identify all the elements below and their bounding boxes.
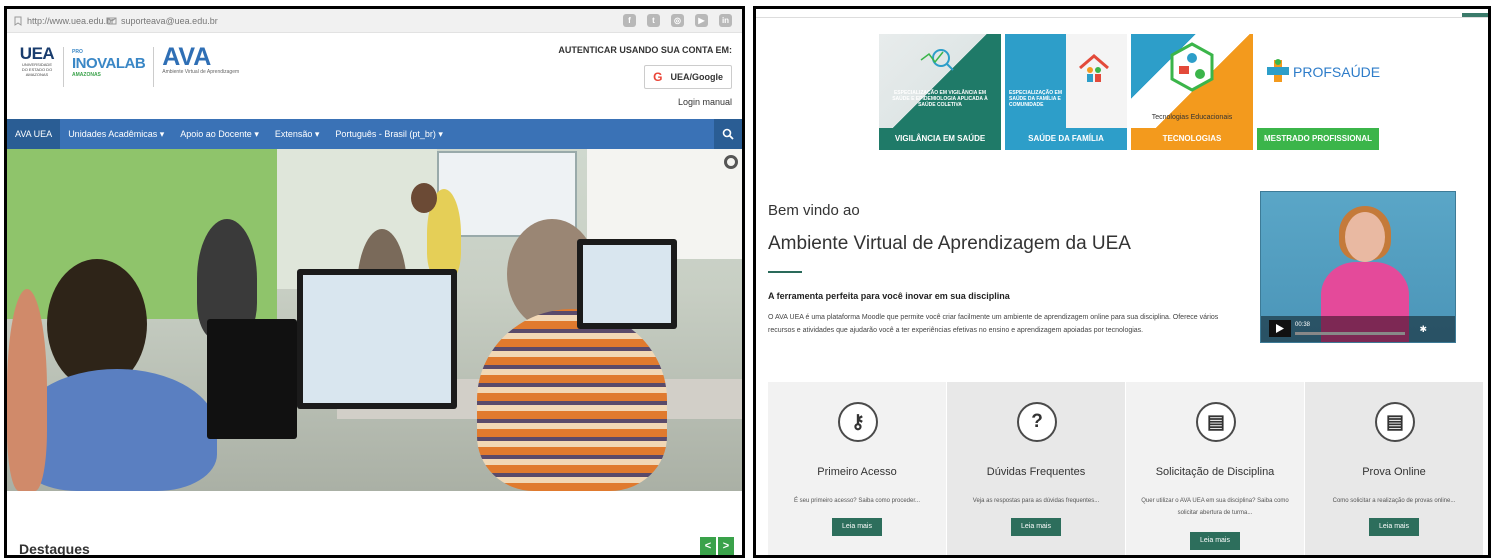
ava-homepage-header-panel: http://www.uea.edu.br suporteava@uea.edu… [4, 6, 745, 558]
tagline: A ferramenta perfeita para você inovar e… [768, 291, 1010, 301]
read-more-button[interactable]: Leia mais [1369, 518, 1419, 536]
ava-homepage-content-panel: ESPECIALIZAÇÃO EM VIGILÂNCIA EM SAÚDE E … [753, 6, 1491, 558]
inovalab-logo: PRO INOVALAB AMAZONAS [72, 49, 146, 78]
twitter-icon[interactable]: t [647, 14, 660, 27]
ava-logo: AVA Ambiente Virtual de Aprendizagem [162, 43, 240, 76]
feature-title: Solicitação de Disciplina [1155, 466, 1275, 478]
video-progress-bar[interactable] [1295, 332, 1405, 335]
gear-icon[interactable]: ✱ [1419, 324, 1427, 335]
instagram-icon[interactable]: ◎ [671, 14, 684, 27]
linkedin-icon[interactable]: in [719, 14, 732, 27]
feature-text: Como solicitar a realização de provas on… [1332, 498, 1456, 504]
course-tile-vigilancia[interactable]: ESPECIALIZAÇÃO EM VIGILÂNCIA EM SAÚDE E … [879, 34, 1001, 156]
support-email-link[interactable]: suporteava@uea.edu.br [107, 16, 218, 26]
question-icon: ? [1017, 402, 1057, 442]
support-email: suporteava@uea.edu.br [121, 16, 218, 26]
video-timestamp: 00:38 [1295, 322, 1311, 328]
logo-divider [153, 47, 155, 87]
nav-item-apoio-docente[interactable]: Apoio ao Docente ▾ [172, 119, 267, 149]
file-icon: ▤ [1375, 402, 1415, 442]
carousel-controls: < > [700, 537, 734, 555]
envelope-icon [107, 17, 117, 25]
bookmark-icon [14, 16, 22, 26]
feature-title: Primeiro Acesso [817, 466, 897, 478]
website-link[interactable]: http://www.uea.edu.br [13, 16, 114, 26]
feature-card-duvidas-frequentes: ? Dúvidas Frequentes Veja as respostas p… [947, 382, 1125, 555]
social-links: f t ◎ ▶ in [623, 14, 732, 27]
feature-card-primeiro-acesso: ⚷ Primeiro Acesso É seu primeiro acesso?… [768, 382, 946, 555]
carousel-next-button[interactable]: > [718, 537, 734, 555]
slideshow-indicator-icon[interactable] [724, 155, 738, 169]
feature-card-solicitacao-disciplina: ▤ Solicitação de Disciplina Quer utiliza… [1126, 382, 1304, 555]
read-more-button[interactable]: Leia mais [1011, 518, 1061, 536]
course-tile-saude-familia[interactable]: ESPECIALIZAÇÃO EM SAÚDE DA FAMÍLIA E COM… [1005, 34, 1127, 156]
main-navbar: AVA UEA Unidades Acadêmicas ▾ Apoio ao D… [7, 119, 742, 149]
course-tile-profsaude[interactable]: PROFSAÚDE MESTRADO PROFISSIONAL EM [1257, 34, 1380, 165]
feature-text: Quer utilizar o AVA UEA em sua disciplin… [1141, 498, 1289, 516]
nav-item-language[interactable]: Português - Brasil (pt_br) ▾ [327, 119, 451, 149]
uea-logo: UEA UNIVERSIDADE DO ESTADO DO AMAZONAS [19, 44, 55, 77]
course-tile-tecnologias[interactable]: Tecnologias Educacionais TECNOLOGIAS EDU… [1131, 34, 1253, 165]
family-house-icon [1079, 54, 1109, 82]
key-icon: ⚷ [838, 402, 878, 442]
auth-label: AUTENTICAR USANDO SUA CONTA EM: [558, 45, 732, 55]
play-button[interactable] [1269, 320, 1291, 337]
read-more-button[interactable]: Leia mais [1190, 532, 1240, 550]
search-icon [722, 128, 734, 140]
video-controls: 00:38 ✱ [1261, 316, 1455, 342]
feature-title: Dúvidas Frequentes [986, 466, 1086, 478]
google-login-button[interactable]: G UEA/Google [644, 65, 732, 89]
page-title: Ambiente Virtual de Aprendizagem da UEA [768, 233, 1131, 254]
search-button[interactable] [714, 119, 742, 149]
facebook-icon[interactable]: f [623, 14, 636, 27]
play-icon [1276, 324, 1284, 333]
youtube-icon[interactable]: ▶ [695, 14, 708, 27]
authentication-box: AUTENTICAR USANDO SUA CONTA EM: G UEA/Go… [558, 45, 732, 107]
highlights-heading: Destaques [19, 541, 90, 557]
logo-area[interactable]: UEA UNIVERSIDADE DO ESTADO DO AMAZONAS P… [19, 45, 239, 101]
feature-text: Veja as respostas para as dúvidas freque… [972, 498, 1100, 504]
nav-item-unidades-academicas[interactable]: Unidades Acadêmicas ▾ [60, 119, 172, 149]
intro-video-player[interactable]: 00:38 ✱ [1260, 191, 1456, 343]
magnifier-graphic-icon [920, 49, 954, 71]
feature-card-prova-online: ▤ Prova Online Como solicitar a realizaç… [1305, 382, 1483, 555]
title-underline [768, 271, 802, 273]
welcome-text: Bem vindo ao [768, 202, 860, 219]
google-icon: G [653, 70, 663, 84]
feature-text: É seu primeiro acesso? Saiba como proced… [793, 498, 921, 504]
carousel-prev-button[interactable]: < [700, 537, 716, 555]
platform-description: O AVA UEA é uma plataforma Moodle que pe… [768, 314, 1219, 334]
feature-title: Prova Online [1362, 466, 1426, 478]
read-more-button[interactable]: Leia mais [832, 518, 882, 536]
profsaude-cross-icon [1267, 59, 1289, 82]
top-contact-bar: http://www.uea.edu.br suporteava@uea.edu… [7, 9, 742, 33]
hero-slideshow-image [7, 149, 742, 491]
website-url: http://www.uea.edu.br [27, 16, 115, 26]
nav-item-extensao[interactable]: Extensão ▾ [267, 119, 328, 149]
manual-login-link[interactable]: Login manual [558, 97, 732, 107]
logo-divider [63, 47, 64, 87]
document-icon: ▤ [1196, 402, 1236, 442]
nav-item-ava-uea[interactable]: AVA UEA [7, 119, 61, 149]
tech-hexagon-icon [1170, 42, 1214, 92]
